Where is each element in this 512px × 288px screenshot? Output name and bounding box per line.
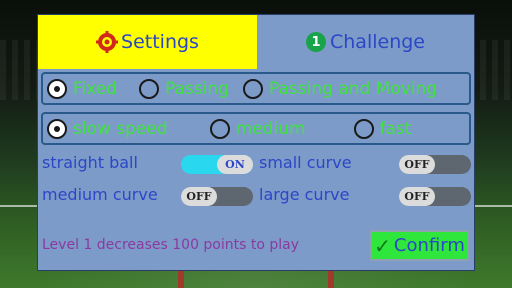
speed-option-fast[interactable]: fast [353, 118, 412, 139]
tab-challenge-label: Challenge [330, 31, 425, 53]
speed-option-label: fast [379, 118, 412, 139]
level-cost-note: Level 1 decreases 100 points to play [42, 237, 300, 253]
gear-icon [96, 31, 119, 53]
speed-radio-group: slow speed medium fast [41, 112, 471, 145]
mode-option-passing-and-moving[interactable]: Passing and Moving [242, 78, 438, 99]
radio-selected-icon[interactable] [47, 78, 67, 99]
large-curve-label: large curve [259, 185, 350, 204]
speed-option-medium[interactable]: medium [209, 118, 306, 139]
radio-icon[interactable] [353, 118, 374, 139]
radio-icon[interactable] [209, 118, 230, 139]
straight-ball-toggle[interactable]: ON [181, 155, 253, 174]
mode-option-fixed[interactable]: Fixed [47, 78, 118, 99]
confirm-button[interactable]: ✓ Confirm [370, 230, 469, 261]
tab-settings-label: Settings [121, 31, 199, 53]
radio-icon[interactable] [139, 78, 160, 99]
pitch-line-right [472, 205, 512, 207]
large-curve-toggle[interactable]: OFF [399, 187, 471, 206]
mode-option-passing[interactable]: Passing [139, 78, 229, 99]
speed-option-label: medium [235, 118, 306, 139]
toggle-knob: ON [217, 155, 253, 174]
tab-settings[interactable]: Settings [38, 15, 257, 69]
tab-challenge[interactable]: 1 Challenge [257, 15, 474, 69]
toggle-knob: OFF [399, 155, 435, 174]
toggle-knob: OFF [399, 187, 435, 206]
small-curve-toggle[interactable]: OFF [399, 155, 471, 174]
speed-option-slow[interactable]: slow speed [47, 118, 168, 139]
checkmark-icon: ✓ [374, 233, 391, 258]
confirm-label: Confirm [393, 235, 465, 256]
mode-option-label: Passing and Moving [268, 78, 438, 99]
radio-icon[interactable] [242, 78, 263, 99]
mode-radio-group: Fixed Passing Passing and Moving [41, 72, 471, 105]
straight-ball-label: straight ball [42, 153, 138, 172]
medium-curve-toggle[interactable]: OFF [181, 187, 253, 206]
small-curve-label: small curve [259, 153, 352, 172]
mode-option-label: Passing [165, 78, 229, 99]
speed-option-label: slow speed [73, 118, 168, 139]
radio-selected-icon[interactable] [47, 118, 67, 139]
challenge-number-badge: 1 [306, 32, 326, 52]
mode-option-label: Fixed [73, 78, 118, 99]
pitch-line-left [0, 205, 40, 207]
toggle-knob: OFF [181, 187, 217, 206]
medium-curve-label: medium curve [42, 185, 158, 204]
settings-panel: Settings 1 Challenge Fixed Passing Passi… [37, 14, 475, 271]
